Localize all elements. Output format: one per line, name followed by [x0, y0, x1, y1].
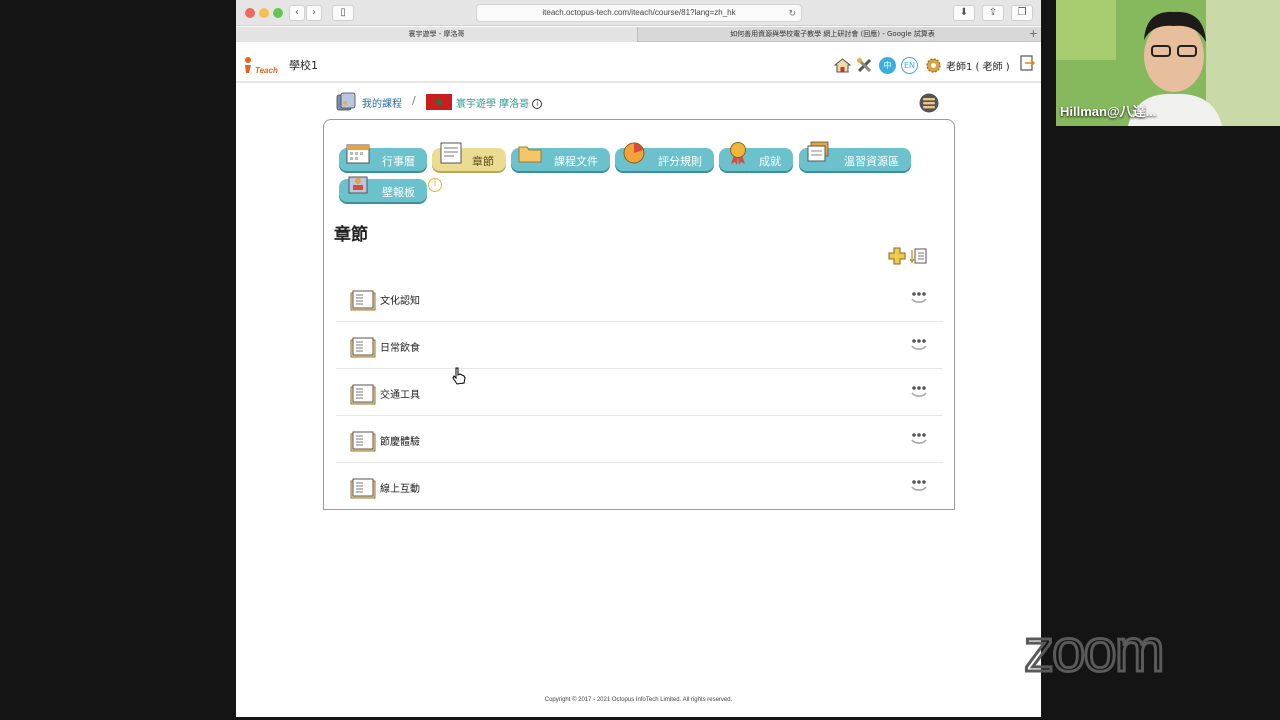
more-options-icon[interactable]	[910, 428, 928, 446]
school-name: 學校1	[289, 59, 318, 72]
lang-zh-button[interactable]: 中	[879, 57, 896, 74]
tab-grading-rules[interactable]: 評分規則	[615, 142, 714, 171]
participant-name: Hillman@八達...	[1060, 104, 1157, 119]
iteach-logo[interactable]: Teach	[242, 55, 278, 75]
svg-text:Teach: Teach	[255, 66, 278, 75]
tab-course-documents-label: 課程文件	[554, 155, 598, 168]
chapter-title: 文化認知	[380, 296, 420, 307]
morocco-flag-icon	[426, 94, 452, 110]
browser-window: ‹ › ▯ iteach.octopus-tech.com/iteach/cou…	[236, 0, 1041, 717]
screen: ‹ › ▯ iteach.octopus-tech.com/iteach/cou…	[0, 0, 1280, 720]
minimize-window-button[interactable]	[259, 8, 269, 18]
chapter-book-icon	[350, 431, 376, 452]
chapter-title: 線上互動	[380, 484, 420, 495]
maximize-window-button[interactable]	[273, 8, 283, 18]
more-options-icon[interactable]	[910, 381, 928, 399]
pie-chart-icon	[623, 142, 645, 164]
resources-icon	[807, 141, 829, 162]
chapter-title: 日常飲食	[380, 343, 420, 354]
tab-notice-board[interactable]: 壁報板	[339, 176, 427, 202]
back-icon[interactable]: ‹	[289, 5, 305, 21]
tabs-overview-icon[interactable]: ❐	[1011, 5, 1033, 21]
chapter-book-icon	[350, 290, 376, 311]
chapter-row[interactable]: 節慶體驗	[336, 416, 943, 463]
address-url: iteach.octopus-tech.com/iteach/course/81…	[542, 8, 736, 17]
breadcrumb-separator: /	[412, 94, 416, 107]
app-header: Teach 學校1 中 EN 老師1 ( 老師 )	[236, 43, 1041, 83]
chapter-row[interactable]: 日常飲食	[336, 322, 943, 369]
tab-achievements[interactable]: 成就	[719, 142, 793, 171]
chapter-title: 節慶體驗	[380, 437, 420, 448]
chapter-book-icon	[350, 337, 376, 358]
reload-icon[interactable]: ↻	[788, 5, 796, 21]
more-options-icon[interactable]	[910, 334, 928, 352]
browser-tab-active[interactable]: 寰宇遊學 - 摩洛哥	[236, 27, 638, 42]
forward-icon[interactable]: ›	[306, 5, 322, 21]
breadcrumb-course-label: 寰宇遊學 摩洛哥	[456, 99, 530, 110]
breadcrumb-course[interactable]: 寰宇遊學 摩洛哥 i	[456, 95, 543, 110]
logout-icon[interactable]	[1019, 55, 1036, 72]
chapter-book-icon	[350, 478, 376, 499]
user-name[interactable]: 老師1 ( 老師 )	[946, 58, 1010, 73]
chapter-row[interactable]: 交通工具	[336, 369, 943, 416]
chapter-row[interactable]: 文化認知	[336, 275, 943, 322]
new-tab-button[interactable]: +	[1029, 27, 1038, 41]
medal-icon	[730, 142, 746, 165]
add-chapter-icon[interactable]	[888, 247, 906, 265]
chapter-icon	[440, 142, 462, 164]
browser-tab[interactable]: 如何善用資源與學校電子教學 網上研討會 (回應) - Google 試算表	[638, 27, 1027, 42]
copyright-text: Copyright © 2017 - 2021 Octopus InfoTech…	[544, 697, 733, 703]
course-info-icon[interactable]: i	[532, 99, 543, 109]
breadcrumb-my-courses[interactable]: 我的課程	[362, 95, 402, 110]
settings-gear-icon[interactable]	[925, 57, 942, 74]
chapter-book-icon	[350, 384, 376, 405]
zoom-watermark: zoom	[1023, 616, 1167, 686]
tab-revision-resources-label: 溫習資源區	[844, 155, 899, 168]
browser-titlebar: ‹ › ▯ iteach.octopus-tech.com/iteach/cou…	[236, 0, 1041, 26]
page-title: 章節	[334, 225, 368, 245]
tools-icon[interactable]	[856, 57, 873, 74]
close-window-button[interactable]	[245, 8, 255, 18]
address-bar[interactable]: iteach.octopus-tech.com/iteach/course/81…	[476, 4, 802, 22]
chapter-title: 交通工具	[380, 390, 420, 401]
share-icon[interactable]: ⇪	[982, 5, 1004, 21]
browser-tabbar: 寰宇遊學 - 摩洛哥 如何善用資源與學校電子教學 網上研討會 (回應) - Go…	[236, 27, 1041, 42]
more-options-icon[interactable]	[910, 475, 928, 493]
sidebar-toggle-icon[interactable]: ▯	[332, 5, 354, 21]
participant-video[interactable]: Hillman@八達...	[1056, 0, 1280, 126]
tab-course-documents[interactable]: 課程文件	[511, 146, 610, 171]
tabs-info-icon[interactable]: i	[428, 178, 442, 192]
tab-calendar-label: 行事曆	[382, 155, 415, 168]
tab-grading-rules-label: 評分規則	[658, 155, 702, 168]
chapter-row[interactable]: 線上互動	[336, 463, 943, 510]
download-icon[interactable]: ⬇	[953, 5, 975, 21]
tab-revision-resources[interactable]: 溫習資源區	[799, 141, 911, 171]
course-panel: 行事曆 章節 課程文件 評分規則 成就 溫習資源區 壁報板 i 章節 文化認知 …	[323, 119, 955, 510]
more-options-icon[interactable]	[910, 287, 928, 305]
tab-chapters[interactable]: 章節	[432, 142, 506, 171]
course-menu-icon[interactable]	[919, 93, 939, 113]
calendar-icon	[346, 144, 370, 164]
tab-chapters-label: 章節	[472, 155, 494, 168]
home-icon[interactable]	[834, 57, 851, 74]
my-courses-icon	[336, 92, 356, 111]
tab-achievements-label: 成就	[759, 155, 781, 168]
hand-cursor-icon	[452, 367, 466, 385]
lang-en-button[interactable]: EN	[901, 57, 918, 74]
tab-notice-board-label: 壁報板	[382, 186, 415, 199]
board-icon	[348, 176, 368, 194]
sort-chapters-icon[interactable]	[910, 247, 928, 265]
tab-calendar[interactable]: 行事曆	[339, 144, 427, 171]
folder-icon	[518, 146, 542, 163]
